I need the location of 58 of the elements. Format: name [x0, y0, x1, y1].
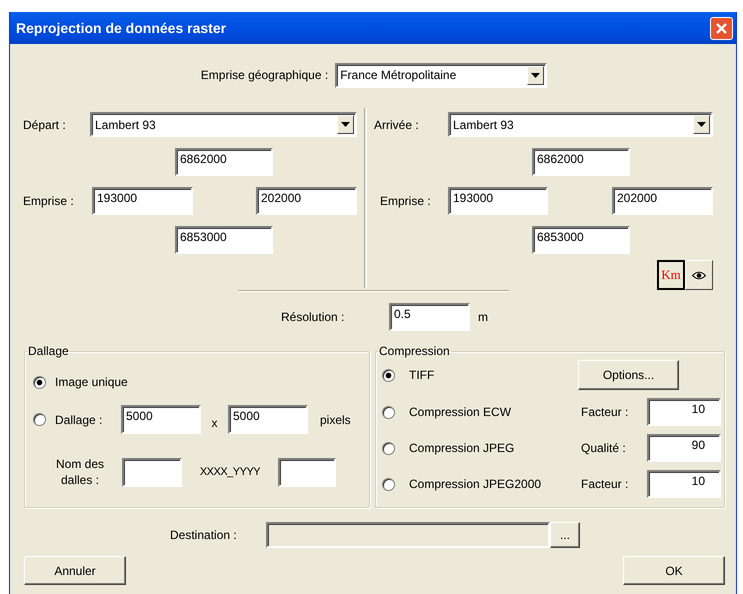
field-label: Nom des dalles :	[54, 456, 106, 488]
radio-button[interactable]	[382, 478, 395, 490]
radio-button[interactable]	[382, 442, 395, 454]
cancel-button[interactable]: Annuler	[24, 556, 126, 585]
pattern-label: XXXX_YYYY	[198, 466, 262, 478]
input-field[interactable]: 6862000	[175, 148, 273, 176]
option-label[interactable]: Image unique	[55, 375, 128, 389]
ok-button[interactable]: OK	[623, 556, 725, 585]
radio-button[interactable]	[33, 376, 46, 388]
input-field[interactable]: 193000	[92, 187, 193, 215]
destination-field[interactable]	[266, 522, 550, 548]
input-field[interactable]: 6853000	[175, 226, 273, 254]
field-label: Facteur :	[581, 477, 630, 491]
projection-dropdown[interactable]: Lambert 93	[448, 112, 713, 137]
option-label[interactable]: TIFF	[409, 368, 581, 382]
extent-dropdown[interactable]: France Métropolitaine	[335, 62, 548, 88]
field-label: Résolution :	[281, 310, 346, 324]
projection-dropdown[interactable]: Lambert 93	[90, 112, 357, 137]
input-field[interactable]: 90	[647, 434, 721, 462]
input-field[interactable]: 5000	[228, 405, 308, 434]
radio-button[interactable]	[382, 368, 395, 382]
input-field[interactable]	[122, 458, 182, 486]
input-field[interactable]: 0.5	[389, 303, 470, 331]
field-label: Facteur :	[581, 405, 630, 419]
option-label[interactable]: Compression JPEG2000	[409, 477, 581, 491]
unit-label: m	[478, 310, 488, 324]
field-label: Destination :	[170, 528, 238, 542]
option-label[interactable]: Compression JPEG	[409, 441, 581, 455]
input-field[interactable]: 6862000	[532, 148, 630, 176]
group-title: Dallage	[27, 344, 70, 358]
browse-button[interactable]: ...	[550, 522, 580, 548]
close-button[interactable]	[710, 16, 733, 40]
input-field[interactable]	[278, 458, 336, 486]
close-icon	[715, 22, 728, 34]
eye-button[interactable]	[685, 260, 713, 290]
input-field[interactable]: 202000	[612, 187, 713, 215]
input-field[interactable]: 10	[647, 398, 721, 426]
field-label: Départ :	[23, 118, 67, 132]
unit-label: pixels	[319, 412, 351, 426]
input-field[interactable]: 6853000	[532, 226, 630, 254]
eye-icon	[692, 270, 706, 280]
radio-button[interactable]	[382, 406, 395, 418]
field-label: Emprise :	[23, 194, 75, 208]
input-field[interactable]: 193000	[448, 187, 548, 215]
option-label[interactable]: Compression ECW	[409, 405, 581, 419]
option-label[interactable]: Dallage :	[55, 412, 121, 426]
field-label: Emprise :	[379, 194, 432, 208]
input-field[interactable]: 5000	[121, 405, 201, 434]
field-label: Emprise géographique :	[200, 68, 328, 82]
input-field[interactable]: 10	[647, 470, 721, 498]
times-label: x	[210, 414, 218, 430]
input-field[interactable]: 202000	[256, 187, 357, 215]
group-title: Compression	[378, 344, 451, 358]
field-label: Arrivée :	[374, 118, 420, 132]
options-button[interactable]: Options...	[578, 360, 679, 390]
window-title: Reprojection de données raster	[16, 20, 226, 36]
radio-button[interactable]	[33, 413, 46, 426]
field-label: Qualité :	[581, 441, 627, 455]
